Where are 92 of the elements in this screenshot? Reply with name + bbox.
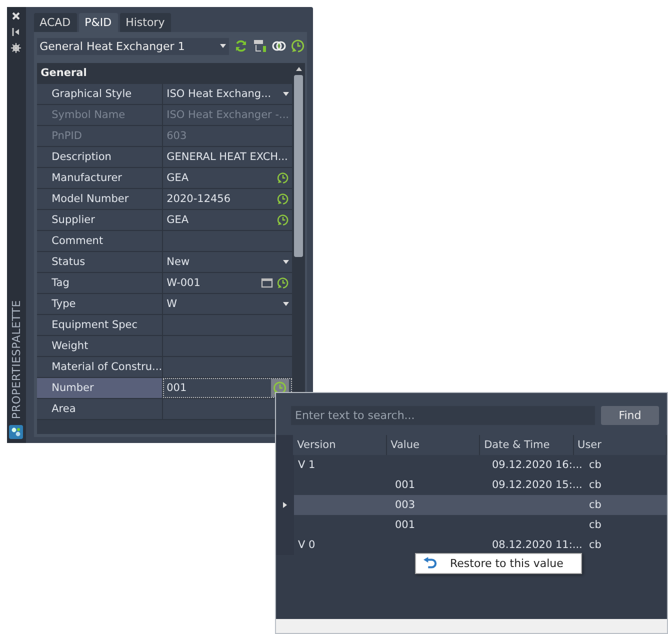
undo-arrow-icon: [422, 557, 438, 570]
select-objects-icon[interactable]: [253, 39, 267, 53]
property-value: 603: [166, 130, 188, 142]
column-header[interactable]: Value: [386, 435, 480, 455]
property-label: Tag: [36, 273, 163, 293]
table-cell: 001: [395, 519, 416, 531]
property-label: PnPID: [36, 126, 163, 146]
property-label: Number: [36, 378, 163, 398]
property-label: Description: [36, 147, 163, 167]
property-row[interactable]: Model Number 2020-12456: [36, 189, 292, 210]
property-row[interactable]: Material of Constru...: [36, 357, 292, 378]
property-row[interactable]: Description GENERAL HEAT EXCH...: [36, 147, 292, 168]
window-icon[interactable]: [261, 277, 273, 289]
table-cell: cb: [589, 519, 602, 531]
property-row[interactable]: Type W: [36, 294, 292, 315]
property-value[interactable]: ISO Heat Exchang...: [166, 88, 279, 100]
property-row[interactable]: Weight: [36, 336, 292, 357]
property-value[interactable]: 001: [166, 382, 267, 394]
property-label: Supplier: [36, 210, 163, 230]
property-label: Type: [36, 294, 163, 314]
property-label: Weight: [36, 336, 163, 356]
history-clock-icon[interactable]: [277, 172, 289, 184]
table-cell: cb: [589, 459, 602, 471]
property-label: Graphical Style: [36, 84, 163, 104]
property-value[interactable]: 2020-12456: [166, 193, 273, 205]
section-header: General: [36, 63, 292, 84]
table-row[interactable]: 001 cb: [276, 515, 667, 535]
property-row[interactable]: Supplier GEA: [36, 210, 292, 231]
property-value[interactable]: GENERAL HEAT EXCH...: [166, 151, 289, 163]
caret-icon[interactable]: [283, 302, 289, 306]
property-label: Manufacturer: [36, 168, 163, 188]
row-pointer-icon: [283, 502, 287, 508]
property-label: Status: [36, 252, 163, 272]
row-header: [276, 435, 294, 455]
search-field[interactable]: Enter text to search...: [291, 406, 595, 425]
table-cell: cb: [589, 479, 602, 491]
tab[interactable]: P&ID: [78, 13, 118, 32]
table-cell: cb: [589, 539, 602, 551]
column-header[interactable]: Version: [293, 435, 387, 455]
refresh-icon[interactable]: [234, 39, 248, 53]
app-icon[interactable]: [9, 425, 24, 439]
property-row[interactable]: Graphical Style ISO Heat Exchang...: [36, 84, 292, 105]
property-value[interactable]: New: [166, 256, 279, 268]
property-value[interactable]: W: [166, 298, 279, 310]
column-header[interactable]: User: [574, 435, 667, 455]
property-value: ISO Heat Exchanger -...: [166, 109, 289, 121]
find-button[interactable]: Find: [601, 406, 659, 425]
tab[interactable]: ACAD: [34, 13, 77, 32]
property-label: Equipment Spec: [36, 315, 163, 335]
table-cell: V 0: [298, 539, 316, 551]
caret-icon[interactable]: [283, 260, 289, 264]
caret-icon: [220, 44, 226, 48]
close-icon[interactable]: [11, 11, 22, 21]
property-row[interactable]: Comment: [36, 231, 292, 252]
caret-icon[interactable]: [283, 92, 289, 96]
property-label: Model Number: [36, 189, 163, 209]
property-label: Area: [36, 399, 163, 419]
pin-icon[interactable]: [11, 27, 22, 37]
property-value[interactable]: GEA: [166, 172, 273, 184]
table-cell: 09.12.2020 16:...: [492, 459, 582, 471]
property-value[interactable]: GEA: [166, 214, 273, 226]
table-row[interactable]: 001 09.12.2020 15:... cb: [276, 475, 667, 495]
property-label: Material of Constru...: [36, 357, 163, 377]
table-row[interactable]: V 1 09.12.2020 16:... cb: [276, 455, 667, 475]
palette-title: PROPERTIESPALETTE: [10, 300, 23, 419]
property-row[interactable]: Manufacturer GEA: [36, 168, 292, 189]
property-label: Comment: [36, 231, 163, 251]
restore-menu-item[interactable]: Restore to this value: [416, 554, 582, 573]
table-cell: cb: [589, 499, 602, 511]
tab[interactable]: History: [120, 13, 171, 32]
overlap-circles-icon[interactable]: [272, 39, 286, 53]
property-value[interactable]: W-001: [166, 277, 257, 289]
property-label: Symbol Name: [36, 105, 163, 125]
property-row[interactable]: Status New: [36, 252, 292, 273]
history-clock-icon[interactable]: [277, 193, 289, 205]
scroll-up-arrow-icon[interactable]: [296, 67, 302, 71]
history-clock-icon[interactable]: [277, 277, 289, 289]
gear-icon[interactable]: [11, 43, 22, 53]
table-row[interactable]: V 0 08.12.2020 11:... cb: [276, 535, 667, 555]
table-cell: 09.12.2020 15:...: [492, 479, 582, 491]
table-row[interactable]: 003 cb: [276, 495, 667, 515]
table-cell: 003: [395, 499, 416, 511]
table-cell: 08.12.2020 11:...: [492, 539, 582, 551]
object-dropdown[interactable]: General Heat Exchanger 1: [36, 38, 229, 54]
property-row[interactable]: Tag W-001: [36, 273, 292, 294]
property-row[interactable]: Number 001: [36, 378, 292, 399]
history-clock-icon[interactable]: [277, 214, 289, 226]
history-clock-icon[interactable]: [291, 39, 305, 53]
column-header[interactable]: Date & Time: [480, 435, 574, 455]
property-row[interactable]: Equipment Spec: [36, 315, 292, 336]
table-cell: 001: [395, 479, 416, 491]
table-cell: V 1: [298, 459, 316, 471]
